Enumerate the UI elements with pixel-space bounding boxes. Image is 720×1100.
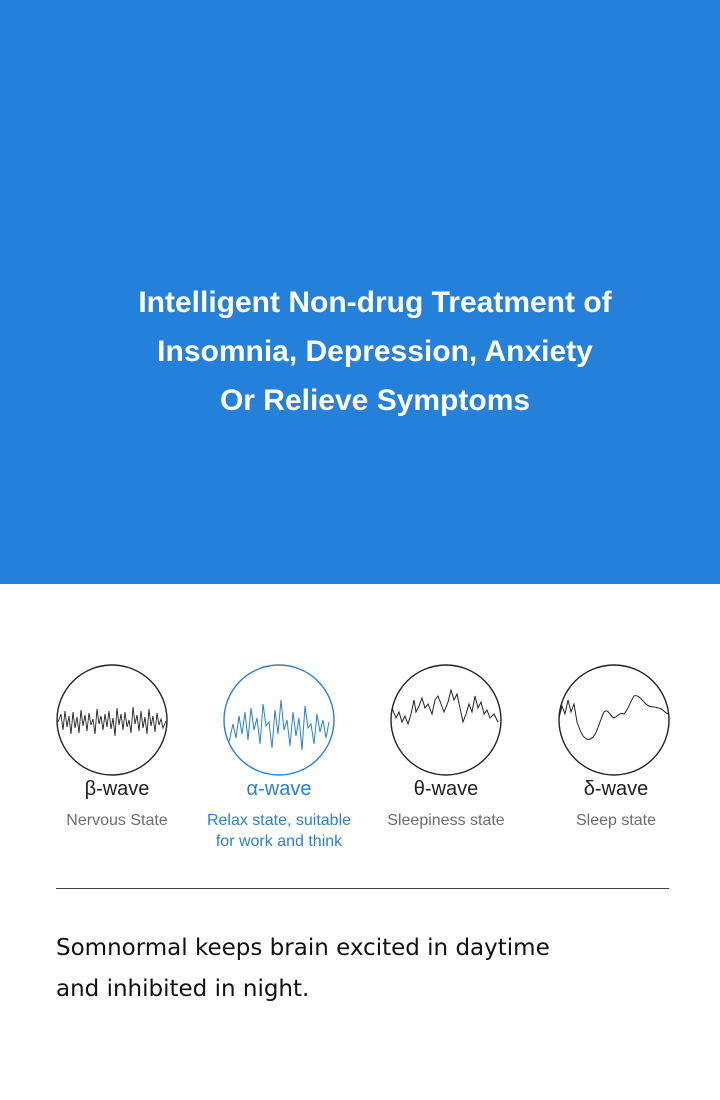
hero-banner: Intelligent Non-drug Treatment of Insomn… (0, 0, 720, 584)
wave-name: δ-wave (583, 778, 649, 800)
beta-wave-icon (56, 664, 168, 776)
tagline-line-2: and inhibited in night. (56, 976, 310, 1002)
hero-title-line-2: Insomnia, Depression, Anxiety (157, 335, 593, 368)
wave-card-delta: δ-wave Sleep state (526, 664, 706, 864)
hero-title: Intelligent Non-drug Treatment of Insomn… (0, 278, 720, 425)
alpha-wave-icon (223, 664, 335, 776)
hero-title-line-1: Intelligent Non-drug Treatment of (138, 286, 612, 319)
tagline: Somnormal keeps brain excited in daytime… (56, 928, 676, 1010)
wave-card-theta: θ-wave Sleepiness state (356, 664, 536, 864)
hero-title-line-3: Or Relieve Symptoms (219, 384, 531, 417)
wave-description: Relax state, suitable for work and think (206, 812, 352, 850)
wave-card-alpha: α-wave Relax state, suitable for work an… (189, 664, 369, 864)
wave-name: θ-wave (413, 778, 479, 800)
delta-wave-icon (558, 664, 670, 776)
wave-description: Sleepiness state (387, 812, 505, 829)
tagline-line-1: Somnormal keeps brain excited in daytime (56, 935, 550, 961)
wave-description: Sleep state (575, 812, 657, 829)
wave-card-beta: β-wave Nervous State (27, 664, 207, 864)
section-divider (56, 888, 669, 889)
wave-name: α-wave (246, 778, 312, 800)
wave-name: β-wave (84, 778, 150, 800)
wave-description: Nervous State (66, 812, 168, 829)
theta-wave-icon (390, 664, 502, 776)
